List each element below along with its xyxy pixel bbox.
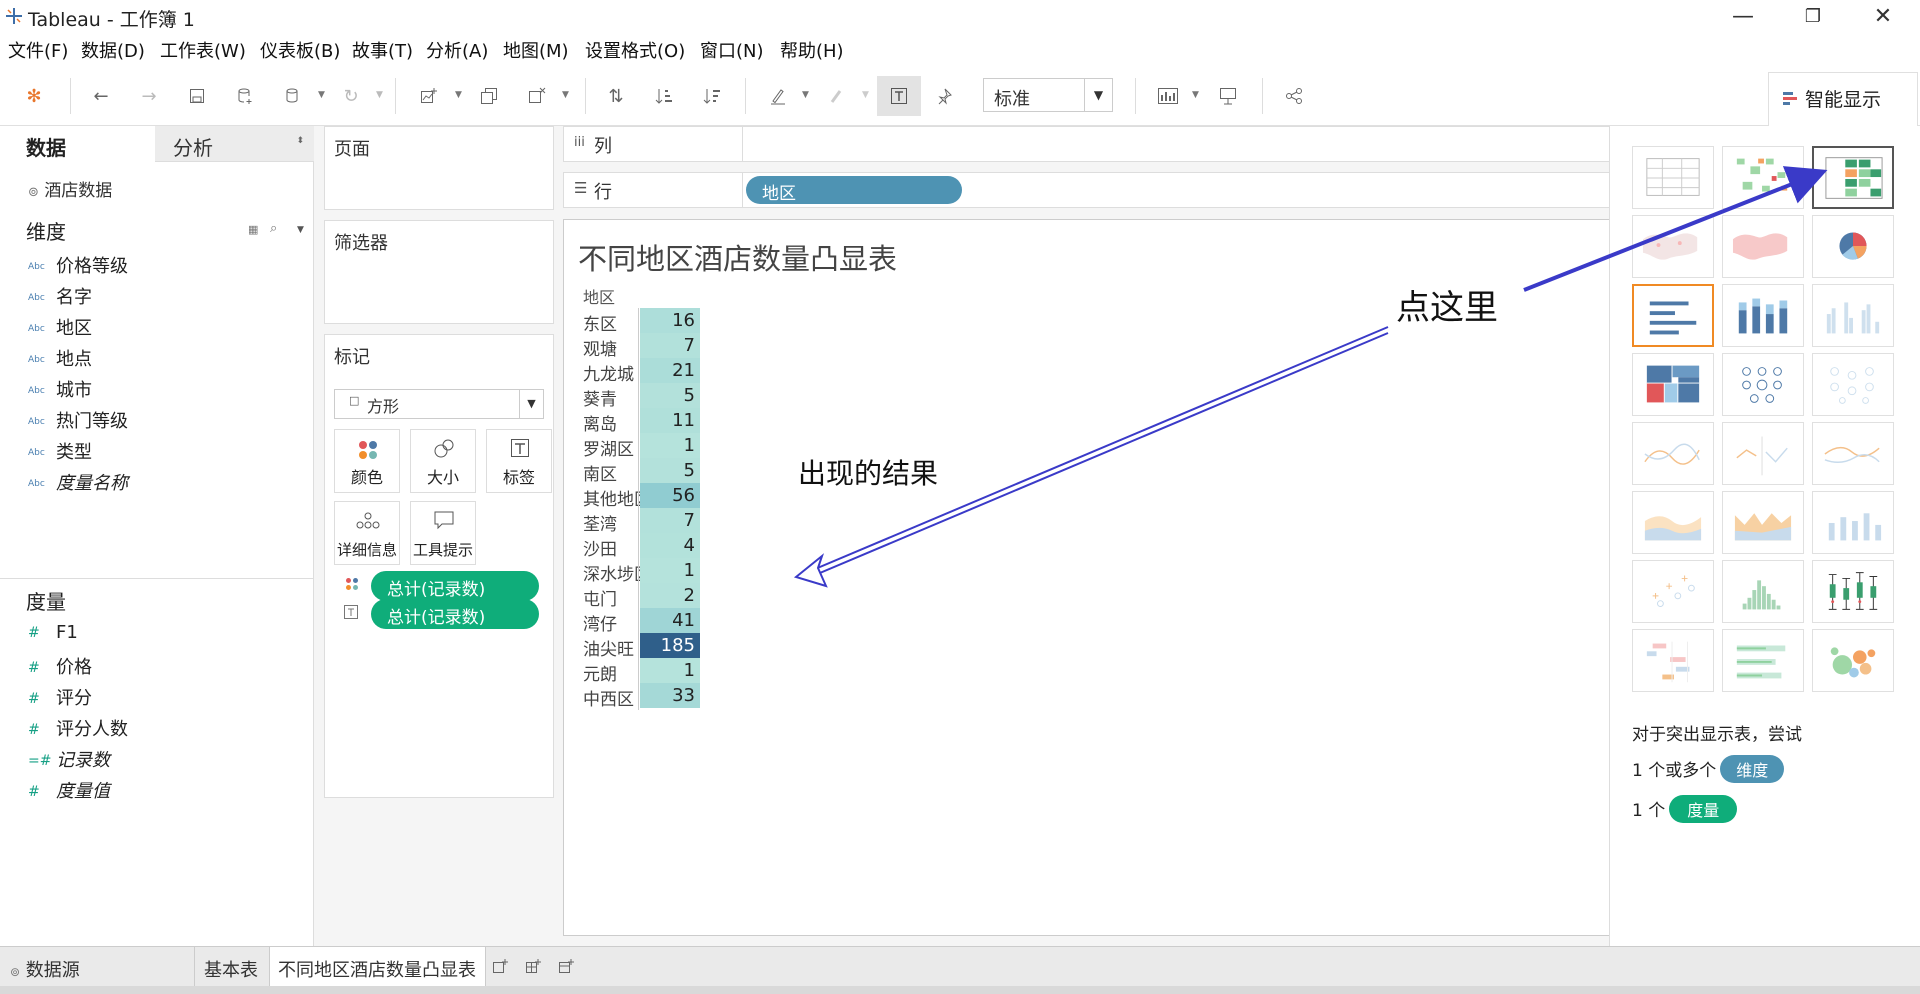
annotation-arrows <box>793 166 1828 588</box>
annotation-click-here: 点这里 <box>1396 288 1498 328</box>
arrow-to-highlight-table-thumb <box>1523 166 1828 292</box>
annotation-result: 出现的结果 <box>798 457 939 490</box>
